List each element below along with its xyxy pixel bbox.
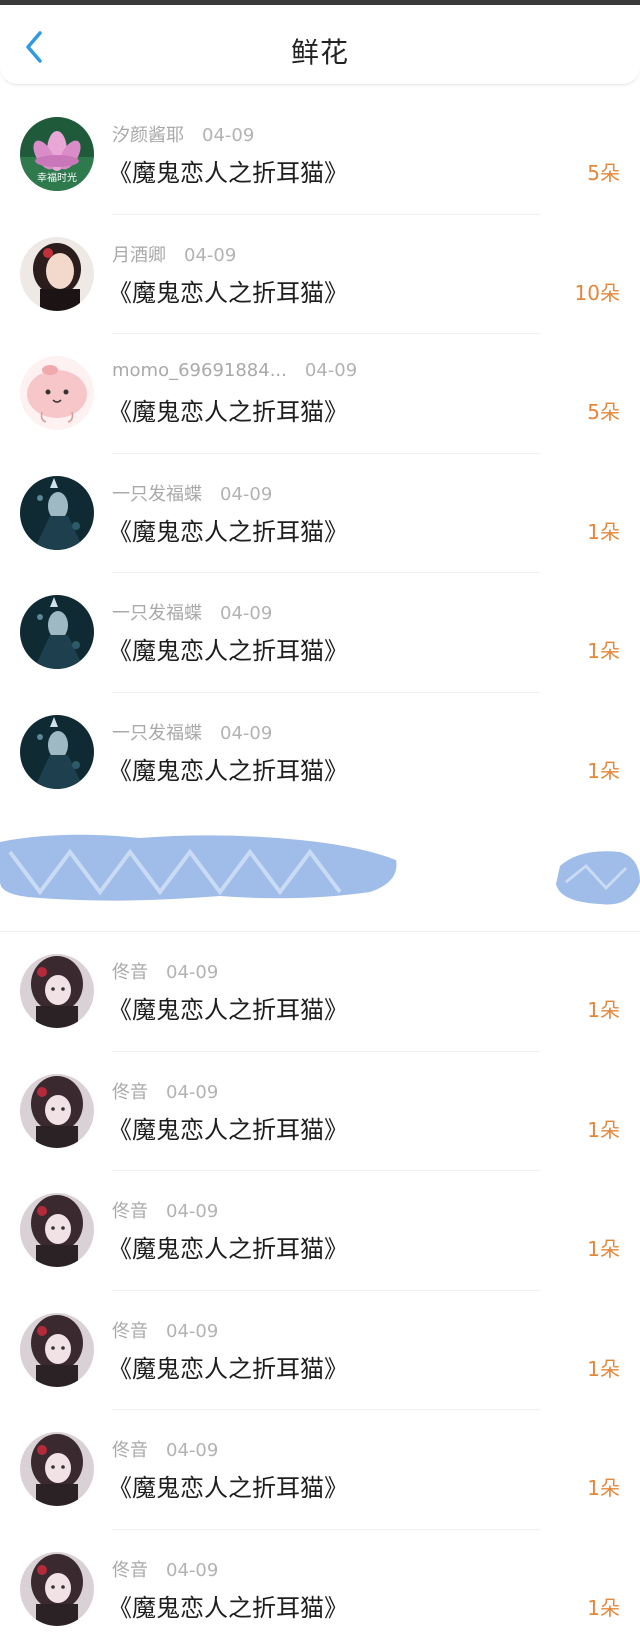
username: momo_69691884... xyxy=(112,360,287,381)
flower-count: 1朵 xyxy=(587,1356,620,1381)
list-item[interactable]: 一只发福蝶 04-09 《魔鬼恋人之折耳猫》 1朵 xyxy=(0,693,640,813)
list-item[interactable]: 佟音 04-09 《魔鬼恋人之折耳猫》 1朵 xyxy=(0,1291,640,1410)
item-meta: 一只发福蝶 04-09 xyxy=(112,480,272,506)
book-title: 《魔鬼恋人之折耳猫》 xyxy=(108,1593,348,1622)
anime-girl-avatar[interactable] xyxy=(20,1432,94,1506)
item-meta: 一只发福蝶 04-09 xyxy=(112,599,272,625)
dark-anime-avatar[interactable] xyxy=(20,475,94,550)
anime-girl-avatar[interactable] xyxy=(20,1073,94,1148)
flower-count: 1朵 xyxy=(587,1595,620,1620)
list-item[interactable]: 佟音 04-09 《魔鬼恋人之折耳猫》 1朵 xyxy=(0,1052,640,1171)
book-title: 《魔鬼恋人之折耳猫》 xyxy=(108,398,348,426)
username: 一只发福蝶 xyxy=(112,603,202,624)
flower-count: 1朵 xyxy=(587,1476,620,1500)
flower-count: 1朵 xyxy=(587,639,620,663)
date: 04-09 xyxy=(304,360,358,381)
username: 佟音 xyxy=(112,1440,148,1461)
flower-count: 5朵 xyxy=(587,400,620,424)
date: 04-09 xyxy=(166,1320,219,1342)
book-title: 《魔鬼恋人之折耳猫》 xyxy=(108,1235,348,1263)
item-meta: 汐颜酱耶 04-09 xyxy=(112,121,254,147)
item-meta: momo_69691884... 04-09 xyxy=(112,360,357,381)
flower-count: 1朵 xyxy=(587,758,620,783)
date: 04-09 xyxy=(220,722,273,744)
date: 04-09 xyxy=(166,962,219,983)
book-title: 《魔鬼恋人之折耳猫》 xyxy=(108,517,348,546)
flower-count: 5朵 xyxy=(587,161,620,185)
username: 佟音 xyxy=(112,1081,148,1103)
dark-anime-avatar[interactable] xyxy=(20,595,94,669)
flower-gift-list: 幸福时光 汐颜酱耶 04-09 《魔鬼恋人之折耳猫》 5朵 月酒卿 04-09 《魔… xyxy=(0,95,640,1649)
flower-count: 1朵 xyxy=(587,519,620,544)
date: 04-09 xyxy=(202,125,255,146)
username: 一只发福蝶 xyxy=(112,483,202,505)
redacted-row xyxy=(0,812,640,932)
flower-count: 1朵 xyxy=(587,1237,620,1261)
item-meta: 佟音 04-09 xyxy=(112,1556,218,1582)
username: 佟音 xyxy=(112,962,148,983)
book-title: 《魔鬼恋人之折耳猫》 xyxy=(108,756,348,785)
item-meta: 佟音 04-09 xyxy=(112,1436,218,1462)
item-meta: 月酒卿 04-09 xyxy=(112,241,236,267)
book-title: 《魔鬼恋人之折耳猫》 xyxy=(108,1474,348,1502)
list-item[interactable]: 幸福时光 汐颜酱耶 04-09 《魔鬼恋人之折耳猫》 5朵 xyxy=(0,95,640,215)
redaction-scribble xyxy=(0,834,640,905)
list-item[interactable]: 佟音 04-09 《魔鬼恋人之折耳猫》 1朵 xyxy=(0,1530,640,1650)
page-title: 鲜花 xyxy=(290,36,349,69)
flower-count: 1朵 xyxy=(587,998,620,1022)
item-meta: 佟音 04-09 xyxy=(112,1197,218,1223)
lotus-avatar[interactable]: 幸福时光 xyxy=(20,117,94,191)
flower-count: 10朵 xyxy=(574,280,620,305)
username: 佟音 xyxy=(112,1320,148,1342)
date: 04-09 xyxy=(166,1559,219,1581)
item-meta: 佟音 04-09 xyxy=(112,1078,218,1104)
portrait-girl-avatar[interactable] xyxy=(20,236,94,311)
date: 04-09 xyxy=(220,603,273,624)
top-bar: 鲜花 xyxy=(0,5,640,85)
list-item[interactable]: 佟音 04-09 《魔鬼恋人之折耳猫》 1朵 xyxy=(0,932,640,1052)
list-item[interactable]: 一只发福蝶 04-09 《魔鬼恋人之折耳猫》 1朵 xyxy=(0,454,640,573)
anime-girl-avatar[interactable] xyxy=(20,1193,94,1267)
list-item[interactable]: 佟音 04-09 《魔鬼恋人之折耳猫》 1朵 xyxy=(0,1410,640,1530)
anime-girl-avatar[interactable] xyxy=(20,954,94,1028)
avatar-caption: 幸福时光 xyxy=(37,171,77,184)
book-title: 《魔鬼恋人之折耳猫》 xyxy=(108,1354,348,1383)
username: 汐颜酱耶 xyxy=(112,125,184,146)
date: 04-09 xyxy=(166,1440,219,1461)
book-title: 《魔鬼恋人之折耳猫》 xyxy=(108,637,348,665)
book-title: 《魔鬼恋人之折耳猫》 xyxy=(108,278,348,307)
item-meta: 佟音 04-09 xyxy=(112,958,218,984)
book-title: 《魔鬼恋人之折耳猫》 xyxy=(108,1115,348,1144)
item-meta: 佟音 04-09 xyxy=(112,1317,218,1343)
date: 04-09 xyxy=(166,1201,219,1222)
dark-anime-avatar[interactable] xyxy=(20,714,94,789)
anime-girl-avatar[interactable] xyxy=(20,1312,94,1387)
username: 一只发福蝶 xyxy=(112,722,202,744)
pink-cartoon-avatar[interactable] xyxy=(20,356,94,430)
date: 04-09 xyxy=(220,483,273,505)
username: 佟音 xyxy=(112,1559,148,1581)
book-title: 《魔鬼恋人之折耳猫》 xyxy=(108,159,348,187)
flower-count: 1朵 xyxy=(587,1117,620,1142)
list-item[interactable]: momo_69691884... 04-09 《魔鬼恋人之折耳猫》 5朵 xyxy=(0,334,640,454)
date: 04-09 xyxy=(184,244,237,266)
book-title: 《魔鬼恋人之折耳猫》 xyxy=(108,996,348,1024)
username: 佟音 xyxy=(112,1201,148,1222)
date: 04-09 xyxy=(166,1081,219,1103)
item-meta: 一只发福蝶 04-09 xyxy=(112,719,272,745)
list-item[interactable]: 月酒卿 04-09 《魔鬼恋人之折耳猫》 10朵 xyxy=(0,215,640,334)
list-item[interactable]: 一只发福蝶 04-09 《魔鬼恋人之折耳猫》 1朵 xyxy=(0,573,640,693)
list-item[interactable]: 佟音 04-09 《魔鬼恋人之折耳猫》 1朵 xyxy=(0,1171,640,1291)
username: 月酒卿 xyxy=(112,244,166,266)
anime-girl-avatar[interactable] xyxy=(20,1551,94,1626)
